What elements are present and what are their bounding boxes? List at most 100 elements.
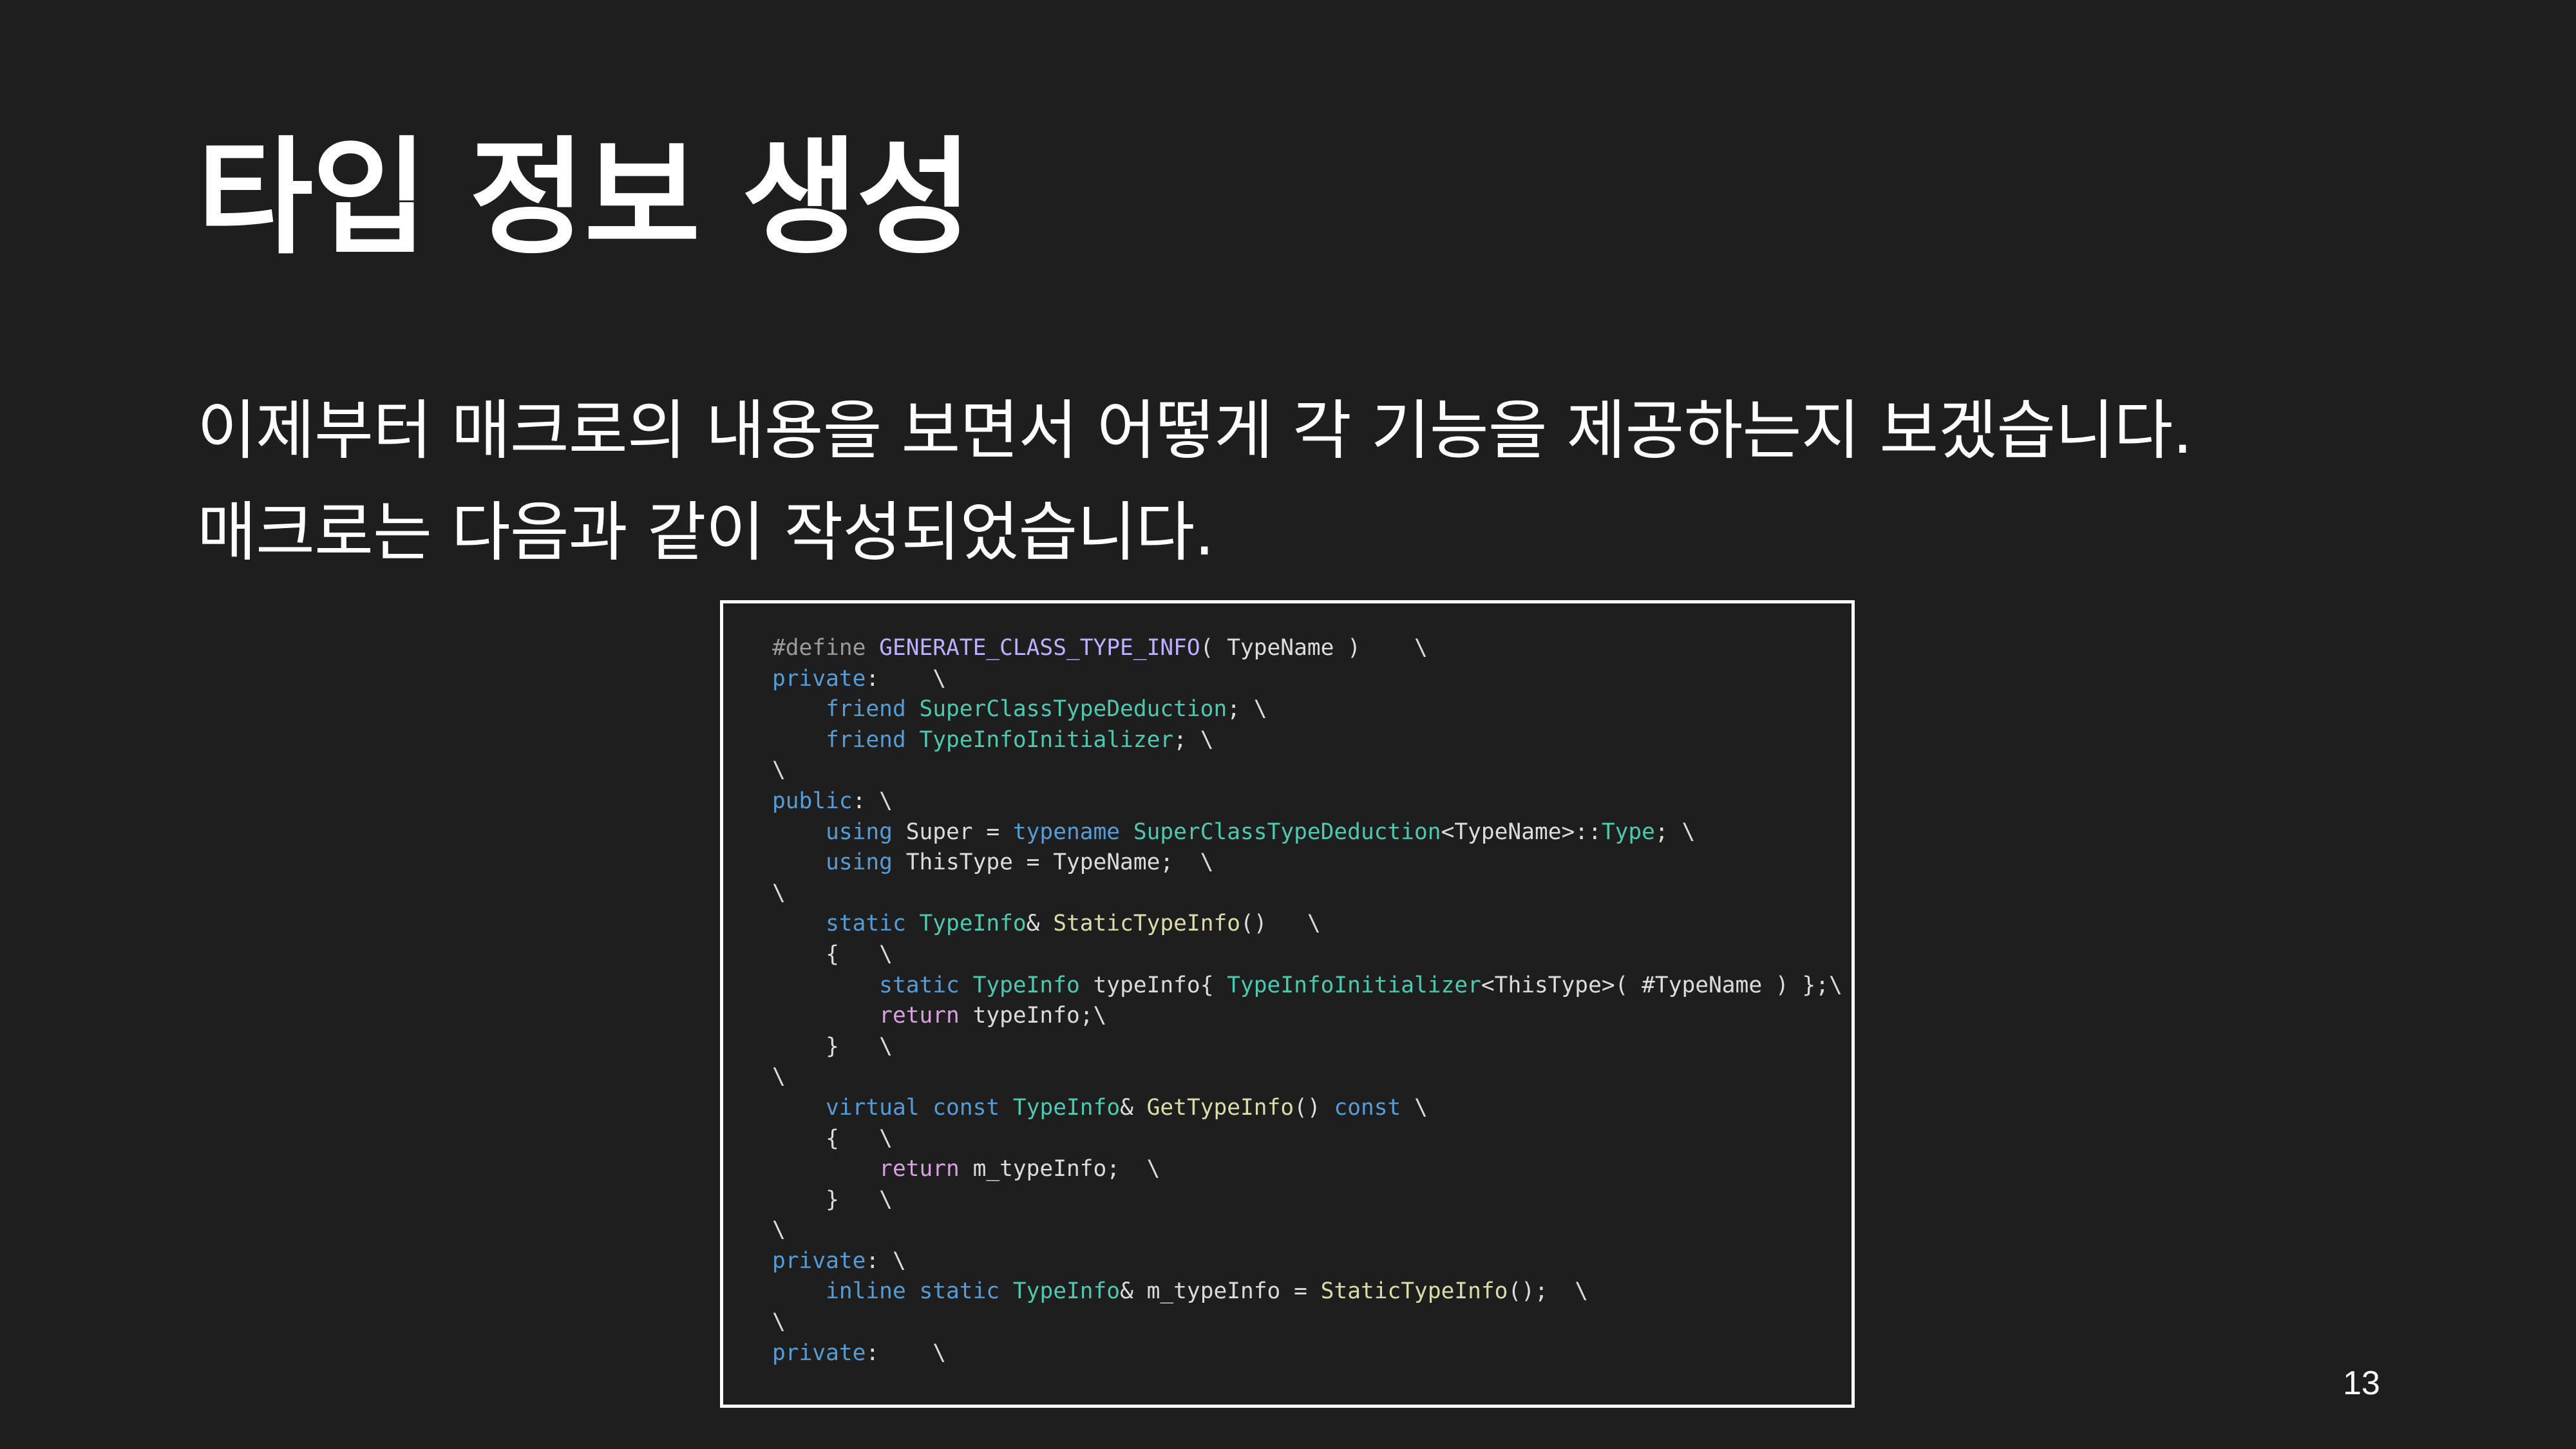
code-token: ; \ (1173, 726, 1214, 753)
code-token: & (1026, 911, 1054, 937)
code-token: friend (826, 696, 906, 723)
code-token: return (879, 1003, 960, 1029)
code-line: inline static TypeInfo& m_typeInfo = Sta… (772, 1276, 1852, 1307)
code-line: friend SuperClassTypeDeduction; \ (772, 694, 1852, 725)
code-token: ; \ (1654, 819, 1696, 845)
code-line: using ThisType = TypeName; \ (772, 848, 1852, 878)
code-line: static TypeInfo& StaticTypeInfo() \ (772, 909, 1852, 940)
code-line: public: \ (772, 786, 1852, 817)
code-token: m_typeInfo; \ (959, 1156, 1160, 1182)
code-token: const (933, 1094, 1000, 1121)
code-line: \ (772, 755, 1852, 786)
code-token: StaticTypeInfo (1053, 911, 1241, 937)
code-token: GetTypeInfo (1146, 1094, 1294, 1121)
code-token: : \ (866, 1247, 906, 1274)
code-token: public (772, 788, 853, 814)
code-line: } \ (772, 1185, 1852, 1216)
code-token: GENERATE_CLASS_TYPE_INFO (879, 635, 1200, 661)
code-token: using (826, 819, 893, 845)
body-line-2: 매크로는 다음과 같이 작성되었습니다. (197, 495, 1215, 570)
code-line: return m_typeInfo; \ (772, 1154, 1852, 1185)
code-token: using (826, 849, 893, 876)
code-token: () \ (1240, 911, 1321, 937)
code-token: () (1294, 1094, 1334, 1121)
code-token: TypeInfo (919, 911, 1027, 937)
code-line: private: \ (772, 1338, 1852, 1369)
code-token: \ (772, 1064, 786, 1090)
code-token: static (826, 911, 906, 937)
code-token: virtual (826, 1094, 920, 1121)
code-line: \ (772, 878, 1852, 909)
code-token: } \ (772, 1186, 893, 1213)
code-screenshot: #define GENERATE_CLASS_TYPE_INFO( TypeNa… (720, 600, 1855, 1408)
code-token: TypeInfo (972, 972, 1080, 998)
code-line: private: \ (772, 664, 1852, 695)
code-line: return typeInfo;\ (772, 1001, 1852, 1032)
code-line: } \ (772, 1032, 1852, 1063)
code-token: & (1120, 1094, 1147, 1121)
code-line: \ (772, 1307, 1852, 1338)
code-token: \ (772, 880, 786, 906)
code-token: \ (772, 1309, 786, 1336)
code-token: return (879, 1156, 960, 1182)
code-token: TypeInfo (1012, 1094, 1121, 1121)
code-token: TypeInfoInitializer (919, 726, 1174, 753)
page-number: 13 (2343, 1365, 2380, 1402)
slide-body: 이제부터 매크로의 내용을 보면서 어떻게 각 기능을 제공하는지 보겠습니다.… (197, 380, 2193, 583)
code-token: & (1120, 1278, 1147, 1305)
code-token: const (1334, 1094, 1401, 1121)
code-token: private (772, 1340, 866, 1366)
code-token: : \ (866, 665, 947, 692)
code-line: virtual const TypeInfo& GetTypeInfo() co… (772, 1093, 1852, 1124)
code-token: ( TypeName ) \ (1200, 635, 1428, 661)
code-token: Super = (892, 819, 1013, 845)
code-line: #define GENERATE_CLASS_TYPE_INFO( TypeNa… (772, 633, 1852, 664)
code-token: TypeInfoInitializer (1227, 972, 1481, 998)
code-token: private (772, 665, 866, 692)
code-token: inline (826, 1278, 906, 1305)
code-token: (); \ (1508, 1278, 1589, 1305)
code-token: TypeInfo (1012, 1278, 1121, 1305)
code-token: { (1200, 972, 1227, 998)
code-token: ThisType = TypeName; \ (892, 849, 1214, 876)
code-token: \ (772, 757, 786, 784)
code-token: } \ (772, 1033, 893, 1059)
code-line: \ (772, 1215, 1852, 1246)
code-token: m_typeInfo (1146, 1278, 1281, 1305)
code-token: typeInfo (1093, 972, 1200, 998)
code-token: friend (826, 726, 906, 753)
code-token: <ThisType>( #TypeName ) };\ (1481, 972, 1842, 998)
code-token: Type (1601, 819, 1655, 845)
code-line: friend TypeInfoInitializer; \ (772, 725, 1852, 756)
code-line: { \ (772, 940, 1852, 971)
code-token: typeInfo;\ (959, 1003, 1107, 1029)
code-token: static (879, 972, 960, 998)
code-block: #define GENERATE_CLASS_TYPE_INFO( TypeNa… (772, 633, 1852, 1368)
code-token: \ (1401, 1094, 1428, 1121)
code-token: { \ (772, 1125, 893, 1151)
code-token: private (772, 1247, 866, 1274)
code-line: static TypeInfo typeInfo{ TypeInfoInitia… (772, 971, 1852, 1001)
code-token: #define (772, 635, 880, 661)
code-token: typename (1012, 819, 1121, 845)
code-line: \ (772, 1062, 1852, 1093)
